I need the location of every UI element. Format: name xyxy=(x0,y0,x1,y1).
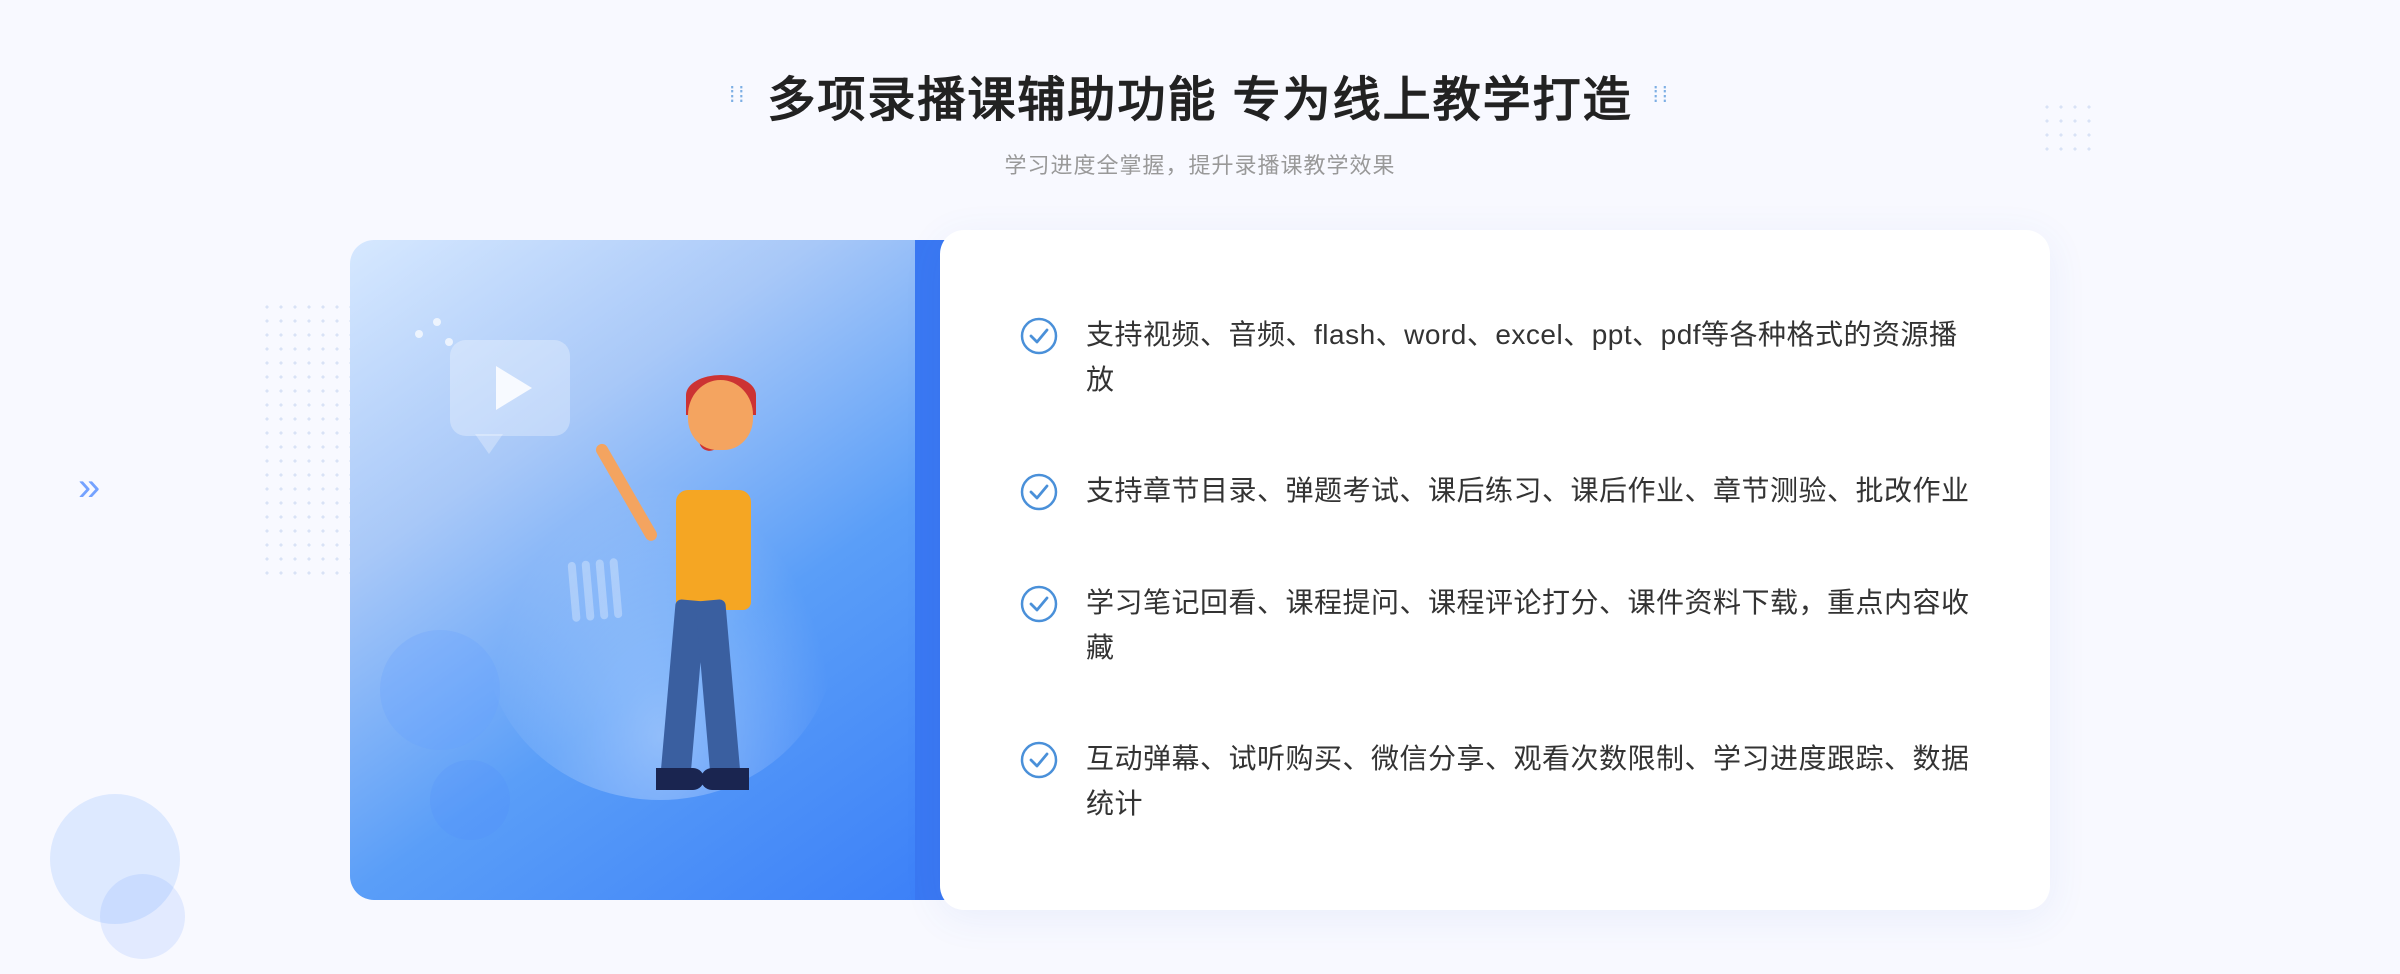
check-icon-4 xyxy=(1020,741,1058,779)
play-icon xyxy=(496,366,532,410)
sparkle-dot-2 xyxy=(433,318,441,326)
person-leg-right xyxy=(695,599,741,781)
title-dots-right: ⁞⁞ xyxy=(1653,82,1671,108)
person-figure xyxy=(548,380,828,900)
person-shoe-right xyxy=(701,768,749,790)
feature-text-3: 学习笔记回看、课程提问、课程评论打分、课件资料下载，重点内容收藏 xyxy=(1086,581,1970,671)
feature-item-1: 支持视频、音频、flash、word、excel、ppt、pdf等各种格式的资源… xyxy=(1020,313,1970,403)
person-shoe-left xyxy=(656,768,704,790)
check-icon-2 xyxy=(1020,473,1058,511)
illustration-panel xyxy=(350,240,970,900)
main-content: 支持视频、音频、flash、word、excel、ppt、pdf等各种格式的资源… xyxy=(350,230,2050,910)
person-arm-raised xyxy=(594,442,659,543)
feature-item-3: 学习笔记回看、课程提问、课程评论打分、课件资料下载，重点内容收藏 xyxy=(1020,581,1970,671)
person-body xyxy=(676,490,751,610)
feature-item-4: 互动弹幕、试听购买、微信分享、观看次数限制、学习进度跟踪、数据统计 xyxy=(1020,737,1970,827)
person-head xyxy=(688,380,753,450)
feature-text-2: 支持章节目录、弹题考试、课后练习、课后作业、章节测验、批改作业 xyxy=(1086,469,1970,514)
deco-circle-large xyxy=(380,630,500,750)
feature-item-2: 支持章节目录、弹题考试、课后练习、课后作业、章节测验、批改作业 xyxy=(1020,469,1970,514)
header-title-row: ⁞⁞ 多项录播课辅助功能 专为线上教学打造 ⁞⁞ xyxy=(729,60,1671,130)
page-container: » ⁞⁞ 多项录播课辅助功能 专为线上教学打造 ⁞⁞ 学习进度全掌握，提升录播课… xyxy=(0,0,2400,974)
title-dots-left: ⁞⁞ xyxy=(729,82,747,108)
check-icon-3 xyxy=(1020,585,1058,623)
deco-circle-small xyxy=(430,760,510,840)
sparkle-dot-1 xyxy=(415,330,423,338)
left-chevron-decoration: » xyxy=(78,467,100,507)
sparkle-dot-3 xyxy=(445,338,453,346)
features-panel: 支持视频、音频、flash、word、excel、ppt、pdf等各种格式的资源… xyxy=(940,230,2050,910)
page-subtitle: 学习进度全掌握，提升录播课教学效果 xyxy=(729,148,1671,180)
dot-grid-right-decoration xyxy=(2040,100,2100,160)
deco-bottom-circle-2 xyxy=(100,874,185,959)
feature-text-1: 支持视频、音频、flash、word、excel、ppt、pdf等各种格式的资源… xyxy=(1086,313,1970,403)
check-icon-1 xyxy=(1020,317,1058,355)
header-section: ⁞⁞ 多项录播课辅助功能 专为线上教学打造 ⁞⁞ 学习进度全掌握，提升录播课教学… xyxy=(729,60,1671,180)
feature-text-4: 互动弹幕、试听购买、微信分享、观看次数限制、学习进度跟踪、数据统计 xyxy=(1086,737,1970,827)
page-title: 多项录播课辅助功能 专为线上教学打造 xyxy=(767,60,1632,130)
